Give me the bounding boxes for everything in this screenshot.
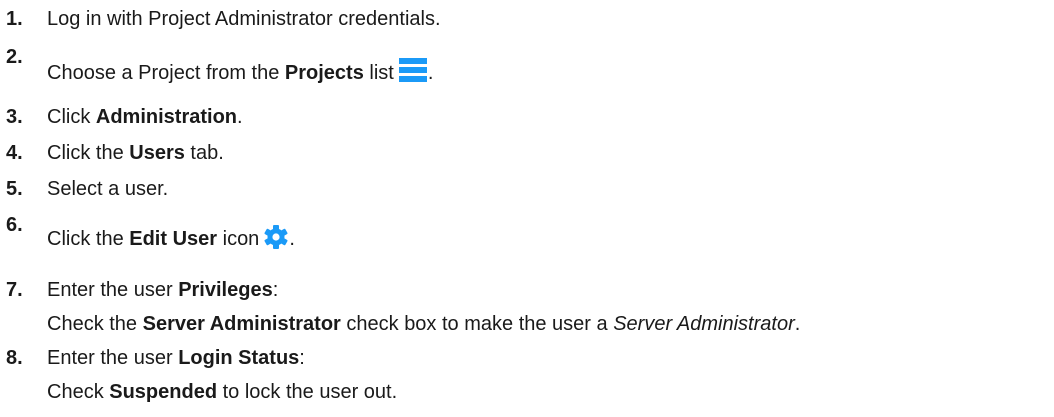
step-8-detail: Check Suspended to lock the user out. [47, 381, 398, 403]
step-text: Choose a Project from the Projects list. [47, 56, 433, 85]
step-number: 8. [6, 347, 23, 369]
list-menu-icon [398, 58, 427, 82]
step-number: 4. [6, 142, 23, 164]
step-text: Enter the user Privileges: [47, 279, 279, 301]
step-number: 3. [6, 106, 23, 128]
users-tab-label: Users [129, 142, 185, 164]
step-number: 7. [6, 279, 23, 301]
step-text: Click the Edit User icon. [47, 224, 295, 251]
server-administrator-label: Server Administrator [142, 313, 341, 335]
step-text: Click Administration. [47, 106, 243, 128]
edit-user-label: Edit User [129, 228, 218, 250]
step-7-detail: Check the Server Administrator check box… [47, 313, 801, 335]
server-administrator-role: Server Administrator [613, 313, 795, 335]
step-text: Enter the user Login Status: [47, 347, 305, 369]
gear-icon [264, 225, 288, 249]
step-text: Log in with Project Administrator creden… [47, 8, 441, 30]
instruction-steps: 1. Log in with Project Administrator cre… [0, 0, 1054, 417]
administration-label: Administration [95, 106, 238, 128]
step-text: Select a user. [47, 178, 169, 200]
step-number: 6. [6, 214, 23, 236]
login-status-label: Login Status [178, 347, 300, 369]
step-text: Click the Users tab. [47, 142, 224, 164]
step-number: 5. [6, 178, 23, 200]
step-number: 2. [6, 46, 23, 68]
suspended-label: Suspended [109, 381, 218, 403]
step-number: 1. [6, 8, 23, 30]
privileges-label: Privileges [178, 279, 273, 301]
projects-label: Projects [284, 62, 364, 84]
